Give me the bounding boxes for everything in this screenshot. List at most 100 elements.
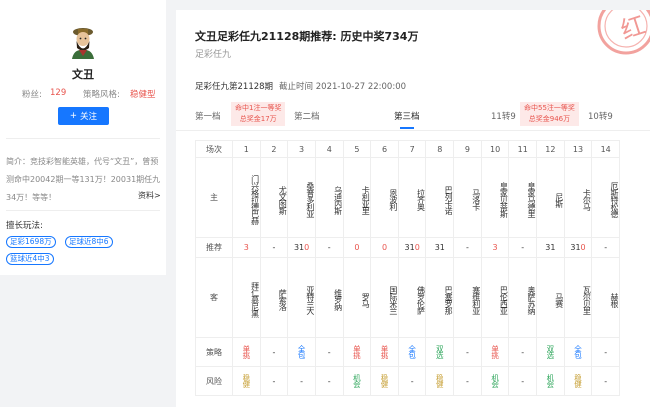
- row-header: 客: [195, 257, 233, 338]
- home-team: 门兴格拉德巴赫: [232, 157, 261, 238]
- table-row-home: 主 门兴格拉德巴赫 尤文图斯 桑普多利亚 乌迪内斯 卡利亚里 恩波利 拉齐奥 巴列卡诺 马洛卡皇…: [195, 157, 620, 238]
- match-number: 11: [508, 140, 538, 158]
- away-team: 奥萨苏纳: [508, 257, 538, 338]
- risk-cell: -: [397, 366, 427, 396]
- follow-button[interactable]: + 关注: [58, 107, 109, 125]
- tab-tier-1[interactable]: 第一档: [195, 110, 221, 122]
- recommendation-cell: 310: [397, 237, 427, 258]
- risk-value: -: [272, 376, 276, 386]
- recommendation-cell: 0: [342, 237, 372, 258]
- risk-value: -: [300, 376, 304, 386]
- match-number: 1: [232, 140, 261, 158]
- match-number: 5: [342, 140, 372, 158]
- strategy-cell: 单挑: [232, 337, 261, 367]
- recommendation-value: 3: [492, 243, 498, 252]
- match-table: 场次 1 2 3 4 5 6 7 8 9 10 11 12 13 14 主 门兴格拉德巴赫 尤文图斯 桑普多利…: [195, 140, 620, 396]
- home-team: 巴列卡诺: [425, 157, 455, 238]
- fans-count: 129: [50, 88, 67, 98]
- away-team: 萨索洛: [259, 257, 289, 338]
- recommendation-value: 31: [434, 243, 445, 252]
- plus-icon: +: [69, 111, 78, 121]
- recommendation-value: -: [327, 243, 331, 252]
- recommendation-cell: -: [453, 237, 482, 258]
- strategy-value: -: [604, 347, 608, 357]
- article-category: 足彩任九: [195, 50, 232, 60]
- divider: [6, 210, 160, 211]
- risk-cell: -: [508, 366, 538, 396]
- recommendation-cell: 31: [425, 237, 455, 258]
- period-info: 足彩任九第21128期 截止时间 2021-10-27 22:00:00: [195, 80, 406, 92]
- match-number: 4: [314, 140, 344, 158]
- strategy-cell: -: [259, 337, 289, 367]
- strategy-value: 全包: [297, 344, 307, 358]
- profile-more-link[interactable]: 资料>: [138, 190, 161, 201]
- recommendation-cell: -: [591, 237, 620, 258]
- strategy-value: 双选: [435, 344, 445, 358]
- strategy-value: 单挑: [490, 344, 500, 358]
- recommendation-cell: -: [314, 237, 344, 258]
- avatar[interactable]: [68, 26, 98, 59]
- strategy-value: 单挑: [380, 344, 390, 358]
- strategy-value: -: [466, 347, 469, 357]
- match-number: 13: [563, 140, 593, 158]
- strategy-value: -: [521, 347, 525, 357]
- risk-cell: 稳健: [425, 366, 455, 396]
- strategy-cell: -: [314, 337, 344, 367]
- strategy-value: 全包: [573, 344, 583, 358]
- recommendation-value: -: [604, 243, 608, 252]
- row-header: 主: [195, 157, 233, 238]
- risk-value: 机会: [352, 373, 362, 387]
- match-number: 8: [425, 140, 455, 158]
- away-team: 国际米兰: [370, 257, 399, 338]
- risk-value: -: [521, 376, 525, 386]
- recommendation-cell: 310: [563, 237, 593, 258]
- strategy-cell: -: [591, 337, 620, 367]
- match-number: 14: [591, 140, 620, 158]
- tab-10-to-9[interactable]: 10转9: [588, 110, 613, 122]
- home-team: 皇家贝蒂斯: [480, 157, 510, 238]
- tab-tier-3[interactable]: 第三档: [394, 110, 420, 122]
- strategy-cell: 全包: [287, 337, 316, 367]
- risk-cell: -: [591, 366, 620, 396]
- risk-value: -: [410, 376, 414, 386]
- strategy-cell: 单挑: [370, 337, 399, 367]
- away-team: 亚特兰大: [287, 257, 316, 338]
- strategy-cell: 单挑: [342, 337, 372, 367]
- risk-value: 稳健: [380, 373, 390, 387]
- tab-11-to-9[interactable]: 11转9: [491, 110, 516, 122]
- risk-cell: 稳健: [232, 366, 261, 396]
- active-tab-indicator: [400, 127, 414, 129]
- away-team: 赫根: [591, 257, 620, 338]
- row-header: 场次: [195, 140, 233, 158]
- skill-tag[interactable]: 足彩1698万: [6, 236, 56, 248]
- tier-1-prize-badge: 命中1注一等奖 总奖金17万: [231, 102, 286, 126]
- home-team: 尤文图斯: [259, 157, 289, 238]
- recommendation-cell: 310: [287, 237, 316, 258]
- home-team: 马洛卡: [453, 157, 482, 238]
- strategy-cell: 全包: [563, 337, 593, 367]
- table-row-recommend: 推荐 3 - 310 - 0 0 310 31 - 3 - 31 310 -: [195, 237, 620, 258]
- skill-tag[interactable]: 足球近8中6: [65, 236, 113, 248]
- recommendation-card: 文丑足彩任九21128期推荐: 历史中奖734万 足彩任九 红 足彩任九第211…: [176, 10, 650, 407]
- home-team: 尼斯: [536, 157, 565, 238]
- strategy-value: -: [327, 347, 331, 357]
- follow-button-label: 关注: [80, 112, 98, 122]
- article-title: 文丑足彩任九21128期推荐: 历史中奖734万: [195, 30, 419, 43]
- recommendation-cell: 0: [370, 237, 399, 258]
- away-team: 瓦尔贝里: [563, 257, 593, 338]
- skill-tag[interactable]: 篮球近4中3: [6, 253, 54, 265]
- strategy-cell: 全包: [397, 337, 427, 367]
- risk-cell: -: [314, 366, 344, 396]
- tab-tier-2[interactable]: 第二档: [294, 110, 320, 122]
- style-value: 稳健型: [130, 90, 156, 100]
- row-header: 推荐: [195, 237, 233, 258]
- strategy-value: 单挑: [352, 344, 362, 358]
- strategy-value: 单挑: [241, 344, 251, 358]
- fans-label: 粉丝:: [22, 90, 42, 100]
- tier-tabs: 第一档 命中1注一等奖 总奖金17万 第二档 第三档 11转9 命中55注一等奖…: [176, 101, 650, 131]
- risk-value: -: [604, 376, 608, 386]
- table-row-away: 客 拜仁慕尼黑 萨索洛 亚特兰大 维罗纳 罗马 国际米兰 佛罗伦萨 巴塞罗那 塞维利亚 巴伦西亚奥…: [195, 257, 620, 338]
- row-header: 风险: [195, 366, 233, 396]
- red-stamp-icon: 红: [597, 10, 650, 55]
- strategy-cell: 双选: [425, 337, 455, 367]
